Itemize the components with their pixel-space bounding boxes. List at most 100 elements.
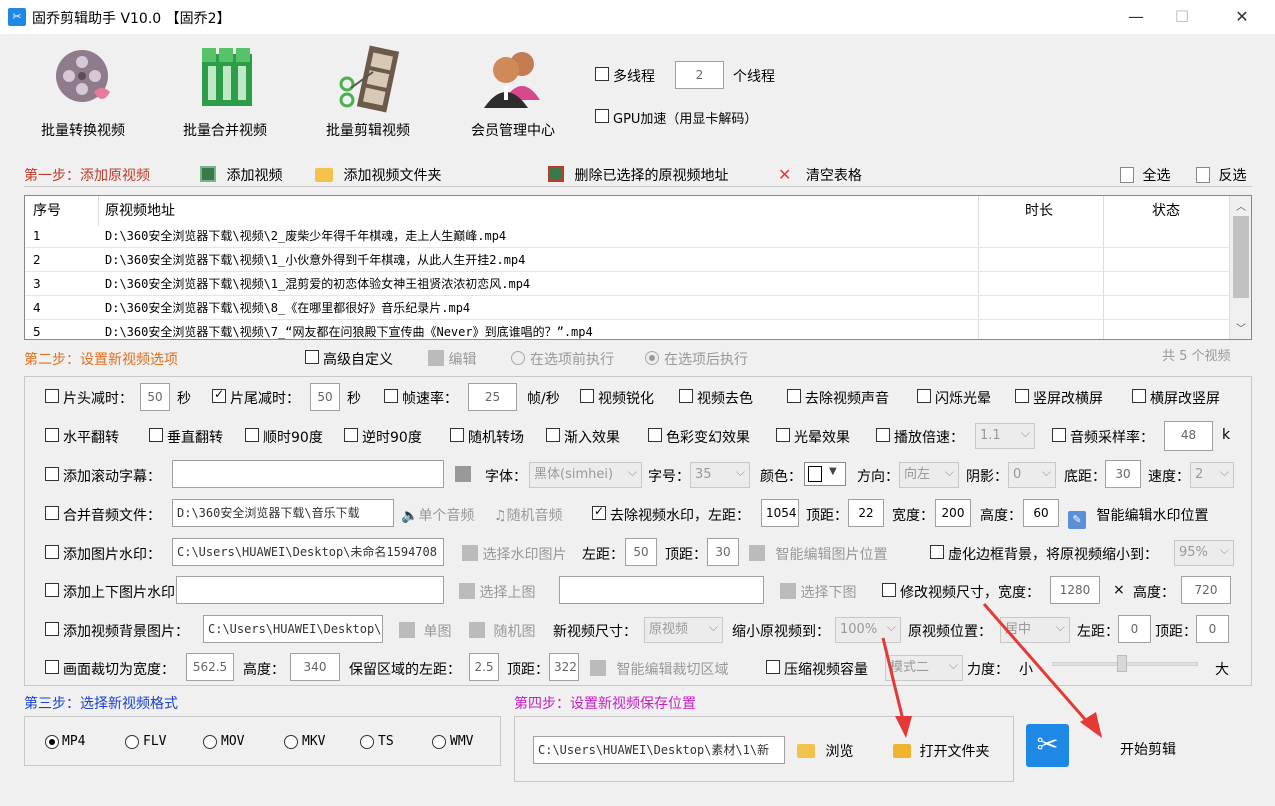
table-row[interactable]: 3 D:\360安全浏览器下载\视频\1_混剪爱的初恋体验女神王祖贤浓浓初恋风.… [25, 272, 1229, 296]
batch-merge-button[interactable]: 批量合并视频 [160, 40, 290, 140]
background-image-checkbox[interactable] [45, 622, 59, 636]
smart-image-button[interactable]: 智能编辑图片位置 [749, 544, 887, 564]
random-transition-checkbox[interactable] [450, 428, 464, 442]
scroll-speed-select[interactable]: 2 [1190, 462, 1234, 488]
framerate-input[interactable]: 25 [468, 383, 517, 411]
batch-edit-button[interactable]: 批量剪辑视频 [303, 40, 433, 140]
font-size-select[interactable]: 35 [690, 462, 750, 488]
crop-width-input[interactable]: 562.5 [186, 653, 234, 681]
scroll-up-icon[interactable]: ︿ [1236, 198, 1246, 213]
force-slider-thumb[interactable] [1117, 655, 1127, 672]
keep-left-input[interactable]: 2.5 [469, 653, 499, 681]
vflip-checkbox[interactable] [149, 428, 163, 442]
compress-mode-select[interactable]: 模式二 [885, 655, 963, 681]
single-audio-button[interactable]: 🔈单个音频 [401, 505, 474, 525]
head-cut-input[interactable]: 50 [140, 383, 170, 411]
save-path-input[interactable]: C:\Users\HUAWEI\Desktop\素材\1\新 [533, 736, 785, 764]
choose-bottom-image-button[interactable]: 选择下图 [780, 582, 856, 602]
crop-checkbox[interactable] [45, 660, 59, 674]
background-image-path-input[interactable]: C:\Users\HUAWEI\Desktop\ [203, 615, 383, 643]
delete-selected-button[interactable]: 删除已选择的原视频地址 [548, 165, 728, 185]
smart-watermark-button[interactable]: ✎ 智能编辑水印位置 [1068, 505, 1208, 529]
format-mkv-radio[interactable] [284, 735, 298, 749]
single-image-button[interactable]: 单图 [399, 621, 451, 641]
close-button[interactable]: ✕ [1219, 0, 1265, 34]
ccw90-checkbox[interactable] [344, 428, 358, 442]
choose-top-image-button[interactable]: 选择上图 [459, 582, 535, 602]
choose-watermark-button[interactable]: 选择水印图片 [462, 544, 566, 564]
resize-height-input[interactable]: 720 [1181, 576, 1231, 604]
col-path-header[interactable]: 原视频地址 [105, 196, 175, 226]
format-flv-radio[interactable] [125, 735, 139, 749]
resize-width-input[interactable]: 1280 [1050, 576, 1100, 604]
framerate-checkbox[interactable] [384, 389, 398, 403]
cw90-checkbox[interactable] [245, 428, 259, 442]
bottom-distance-input[interactable]: 30 [1105, 460, 1141, 488]
table-row[interactable]: 1 D:\360安全浏览器下载\视频\2_废柴少年得千年棋魂，走上人生巅峰.mp… [25, 224, 1229, 248]
maximize-button[interactable]: ☐ [1159, 0, 1205, 34]
format-wmv-radio[interactable] [432, 735, 446, 749]
color-picker[interactable]: ▼ [804, 462, 846, 486]
watermark-top-input[interactable]: 22 [848, 499, 884, 527]
table-scrollbar[interactable]: ︿ ﹀ [1230, 196, 1251, 339]
random-audio-button[interactable]: ♫随机音频 [494, 505, 563, 525]
col-status-header[interactable]: 状态 [1152, 196, 1180, 226]
start-edit-button[interactable]: ✂ 开始剪辑 [1026, 724, 1186, 772]
resize-checkbox[interactable] [882, 583, 896, 597]
random-image-button[interactable]: 随机图 [469, 621, 535, 641]
h2v-checkbox[interactable] [1132, 389, 1146, 403]
col-index-header[interactable]: 序号 [33, 196, 61, 226]
watermark-height-input[interactable]: 60 [1023, 499, 1059, 527]
bg-top-input[interactable]: 0 [1196, 615, 1229, 643]
browse-button[interactable]: 浏览 [797, 741, 853, 761]
halo-effect-checkbox[interactable] [776, 428, 790, 442]
gpu-checkbox[interactable] [595, 109, 609, 123]
sample-rate-checkbox[interactable] [1052, 428, 1066, 442]
image-watermark-checkbox[interactable] [45, 545, 59, 559]
invert-select-button[interactable]: 反选 [1196, 165, 1246, 185]
tail-cut-input[interactable]: 50 [310, 383, 340, 411]
table-row[interactable]: 5 D:\360安全浏览器下载\视频\7_“网友都在问狼殿下宣传曲《Never》… [25, 320, 1229, 339]
image-top-input[interactable]: 30 [707, 538, 739, 566]
subtitle-checkbox[interactable] [45, 467, 59, 481]
image-watermark-path-input[interactable]: C:\Users\HUAWEI\Desktop\未命名1594708 [172, 538, 444, 566]
run-after-radio[interactable] [645, 351, 659, 365]
minimize-button[interactable]: — [1113, 0, 1159, 34]
format-mov-radio[interactable] [203, 735, 217, 749]
multithread-checkbox[interactable] [595, 67, 609, 81]
remove-watermark-checkbox[interactable] [592, 504, 606, 520]
watermark-left-input[interactable]: 1054 [761, 499, 799, 527]
clear-table-button[interactable]: ✕ 清空表格 [778, 165, 862, 185]
table-row[interactable]: 2 D:\360安全浏览器下载\视频\1_小伙意外得到千年棋魂，从此人生开挂2.… [25, 248, 1229, 272]
scroll-down-icon[interactable]: ﹀ [1236, 320, 1246, 335]
shadow-select[interactable]: 0 [1008, 462, 1056, 488]
video-list-table[interactable]: 序号 原视频地址 时长 状态 1 D:\360安全浏览器下载\视频\2_废柴少年… [24, 195, 1252, 340]
playback-speed-select[interactable]: 1.1 [975, 423, 1035, 449]
add-folder-button[interactable]: 添加视频文件夹 [315, 165, 441, 185]
decolor-checkbox[interactable] [679, 389, 693, 403]
col-duration-header[interactable]: 时长 [1025, 196, 1053, 226]
flash-halo-checkbox[interactable] [917, 389, 931, 403]
edit-button[interactable]: 编辑 [428, 349, 476, 369]
top-image-path-input[interactable] [176, 576, 444, 604]
select-all-button[interactable]: 全选 [1120, 165, 1170, 185]
new-size-select[interactable]: 原视频 [644, 617, 723, 643]
advanced-custom-checkbox[interactable] [305, 350, 319, 364]
shrink-select[interactable]: 100% [835, 617, 901, 643]
playback-speed-checkbox[interactable] [876, 428, 890, 442]
sample-rate-input[interactable]: 48 [1164, 421, 1213, 451]
smart-crop-button[interactable]: 智能编辑裁切区域 [590, 659, 728, 679]
bg-left-input[interactable]: 0 [1118, 615, 1151, 643]
font-select[interactable]: 黑体(simhei) [529, 462, 642, 488]
thread-count-input[interactable]: 2 [675, 61, 724, 89]
audio-path-input[interactable]: D:\360安全浏览器下载\音乐下载 [172, 499, 394, 527]
compress-checkbox[interactable] [766, 660, 780, 674]
tail-cut-checkbox[interactable] [212, 387, 226, 403]
table-row[interactable]: 4 D:\360安全浏览器下载\视频\8_《在哪里都很好》音乐纪录片.mp4 [25, 296, 1229, 320]
hflip-checkbox[interactable] [45, 428, 59, 442]
v2h-checkbox[interactable] [1015, 389, 1029, 403]
blur-scale-select[interactable]: 95% [1174, 540, 1234, 566]
format-mp4-radio[interactable] [45, 735, 59, 749]
direction-select[interactable]: 向左 [899, 462, 959, 488]
member-center-button[interactable]: 会员管理中心 [448, 40, 578, 140]
